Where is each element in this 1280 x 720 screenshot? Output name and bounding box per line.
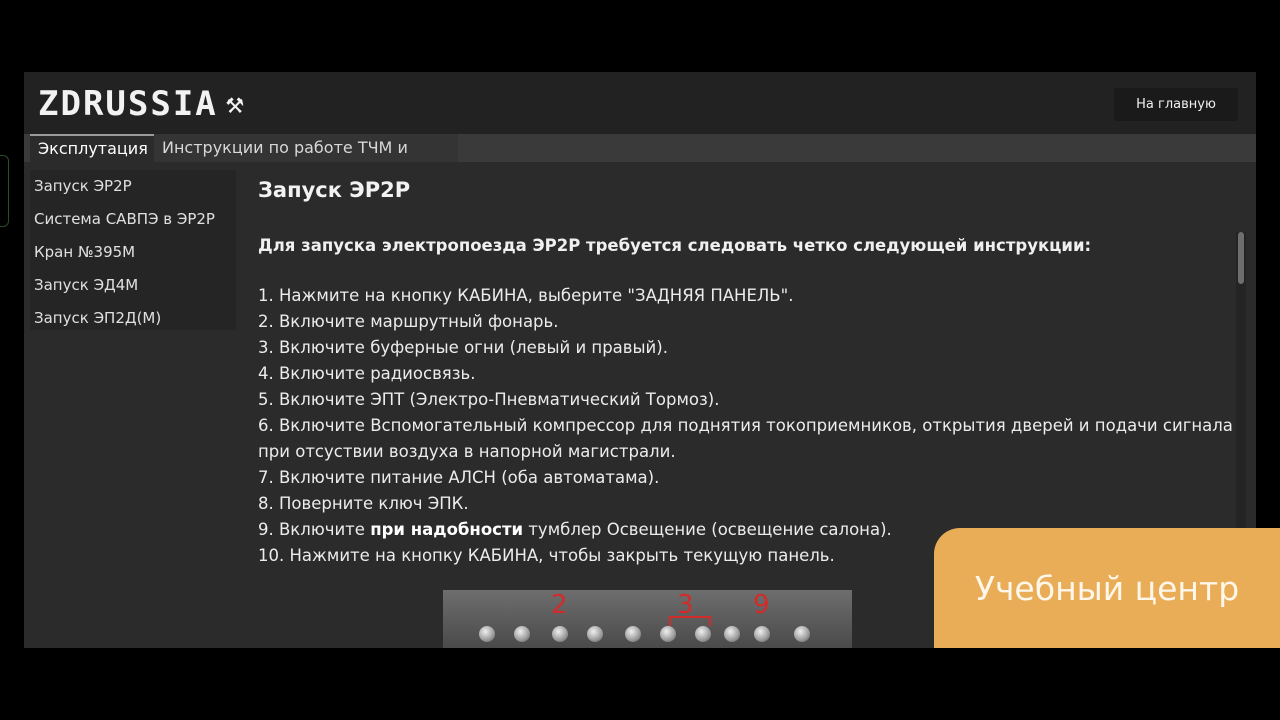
scrollbar-thumb[interactable] bbox=[1238, 232, 1244, 284]
logo-text: ZDRUSSIA bbox=[38, 84, 218, 124]
tab-instructions[interactable]: Инструкции по работе ТЧМ и иное bbox=[154, 134, 458, 185]
site-header: ZDRUSSIA ⚒ На главную bbox=[24, 72, 1256, 134]
step-item: 3. Включите буферные огни (левый и правы… bbox=[258, 338, 668, 357]
panel-knob bbox=[479, 626, 495, 642]
panel-knob bbox=[695, 626, 711, 642]
tab-bar: Эксплутация Инструкции по работе ТЧМ и и… bbox=[24, 134, 1256, 185]
step-item: 2. Включите маршрутный фонарь. bbox=[258, 312, 559, 331]
sidebar-item-ed4m-start[interactable]: Запуск ЭД4М bbox=[30, 269, 236, 302]
step-item: 1. Нажмите на кнопку КАБИНА, выберите "З… bbox=[258, 286, 794, 305]
tab-exploitation[interactable]: Эксплутация bbox=[30, 134, 154, 164]
sidebar-item-savpe[interactable]: Система САВПЭ в ЭР2Р bbox=[30, 203, 236, 236]
panel-knob bbox=[587, 626, 603, 642]
training-center-label: Учебный центр bbox=[974, 568, 1240, 608]
step-item: 7. Включите питание АЛСН (оба автоматама… bbox=[258, 468, 660, 487]
hammer-pick-icon: ⚒ bbox=[225, 86, 246, 121]
step9-suffix: тумблер Освещение (освещение салона). bbox=[523, 520, 892, 539]
sidebar-item-er2r-start[interactable]: Запуск ЭР2Р bbox=[30, 170, 236, 203]
photo-mark-9: 9 bbox=[753, 590, 770, 620]
step-item: 4. Включите радиосвязь. bbox=[258, 364, 476, 383]
panel-knob bbox=[794, 626, 810, 642]
panel-knob bbox=[552, 626, 568, 642]
home-button[interactable]: На главную bbox=[1114, 88, 1238, 121]
step9-prefix: 9. Включите bbox=[258, 520, 371, 539]
step-item: 5. Включите ЭПТ (Электро-Пневматический … bbox=[258, 390, 720, 409]
panel-knob bbox=[625, 626, 641, 642]
article-intro: Для запуска электропоезда ЭР2Р требуется… bbox=[258, 236, 1092, 255]
step9-bold: при надобности bbox=[370, 520, 524, 539]
photo-bracket bbox=[669, 616, 711, 626]
sidebar-item-kran-395m[interactable]: Кран №395М bbox=[30, 236, 236, 269]
panel-knob bbox=[514, 626, 530, 642]
left-edge-decoration bbox=[0, 155, 9, 227]
step-item: 8. Поверните ключ ЭПК. bbox=[258, 494, 469, 513]
photo-mark-2: 2 bbox=[551, 590, 568, 620]
panel-toggle bbox=[724, 626, 740, 642]
sidebar-item-ep2d-start[interactable]: Запуск ЭП2Д(М) bbox=[30, 302, 236, 335]
sidebar: Запуск ЭР2Р Система САВПЭ в ЭР2Р Кран №3… bbox=[30, 170, 236, 330]
panel-knob bbox=[660, 626, 676, 642]
page-title: Запуск ЭР2Р bbox=[258, 178, 411, 202]
steps-list: 1. Нажмите на кнопку КАБИНА, выберите "З… bbox=[258, 283, 1238, 569]
training-center-badge: Учебный центр bbox=[934, 528, 1280, 648]
control-panel-image: 2 3 9 bbox=[443, 590, 852, 648]
panel-knob bbox=[754, 626, 770, 642]
step-item: 6. Включите Вспомогательный компрессор д… bbox=[258, 416, 1233, 461]
site-logo[interactable]: ZDRUSSIA ⚒ bbox=[38, 84, 246, 124]
